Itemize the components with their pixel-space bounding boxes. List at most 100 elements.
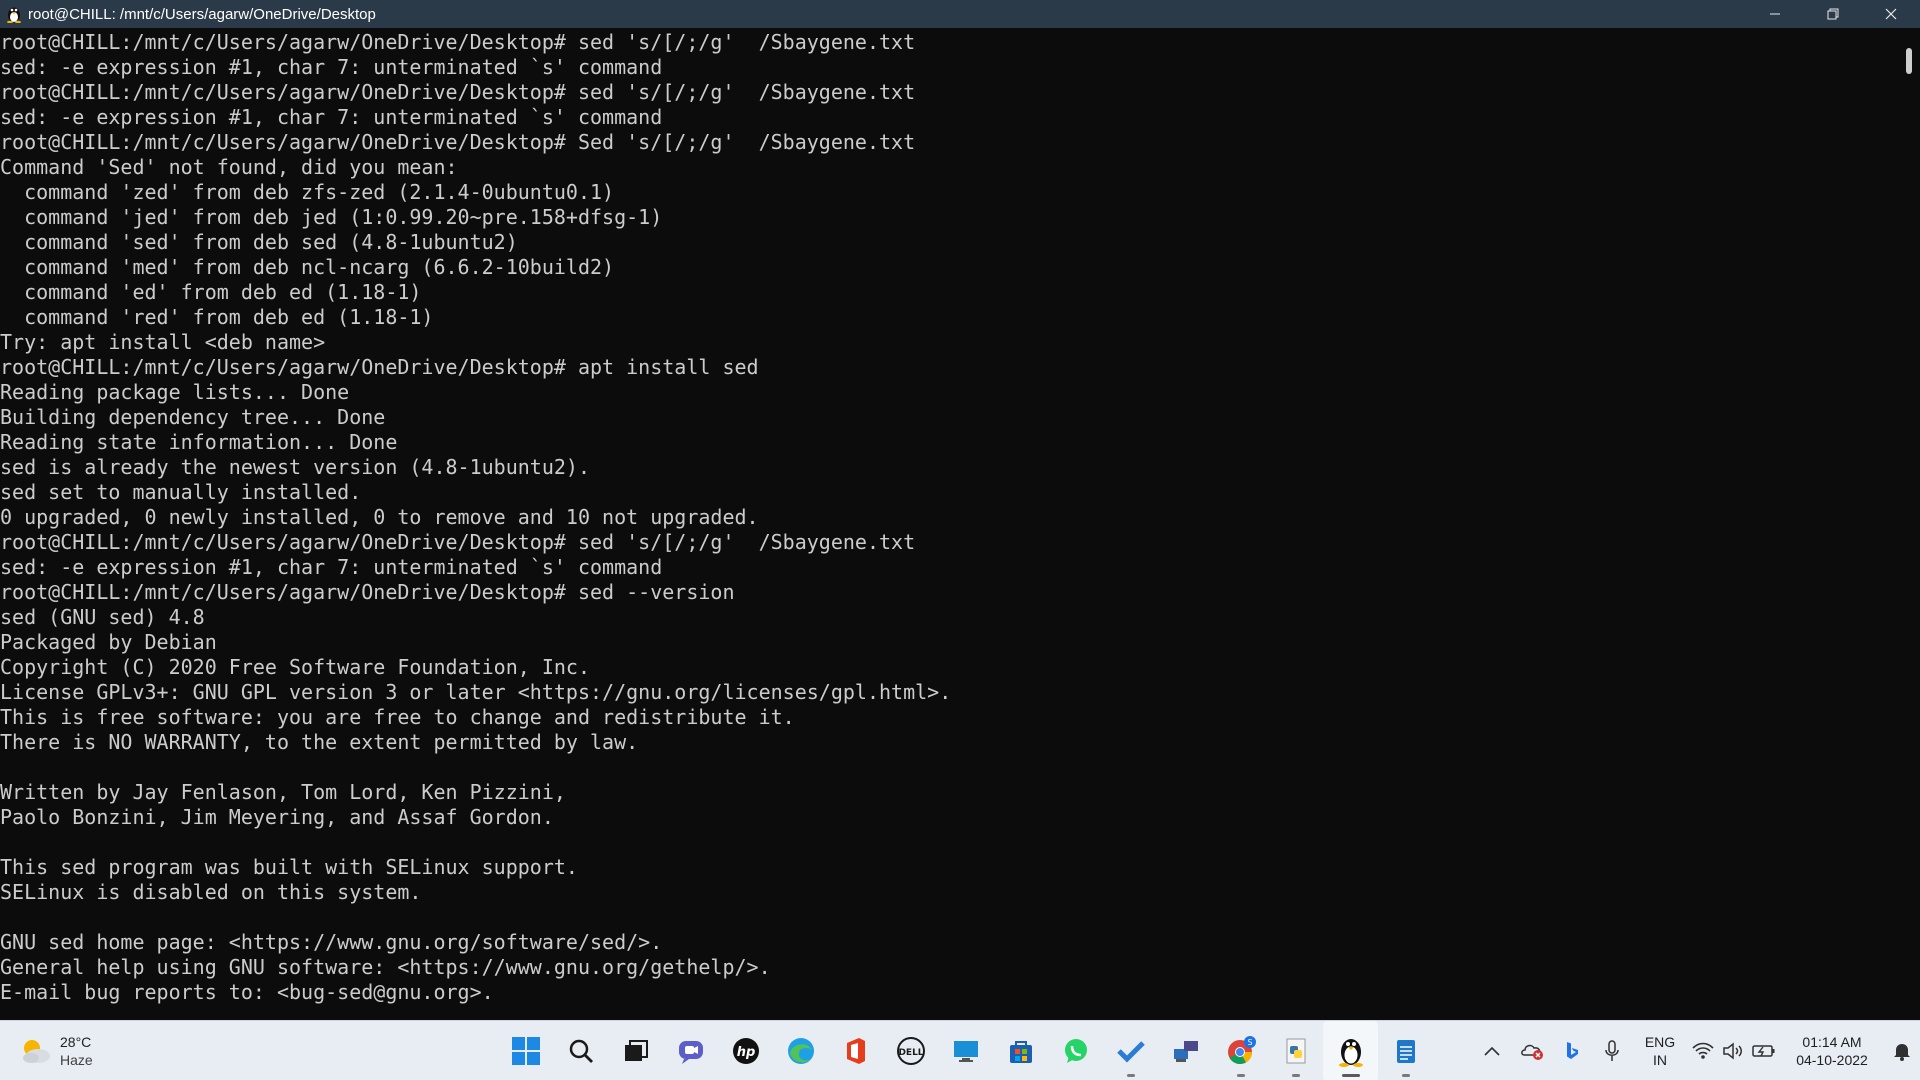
weather-haze-icon (18, 1034, 52, 1068)
close-icon (1885, 8, 1897, 20)
bing-button[interactable] (1552, 1021, 1592, 1080)
running-indicator (1126, 1074, 1135, 1077)
close-button[interactable] (1862, 0, 1920, 28)
svg-text:DELL: DELL (898, 1048, 923, 1058)
notifications-button[interactable] (1884, 1021, 1920, 1080)
speaker-icon (1723, 1042, 1742, 1060)
show-hidden-icons-button[interactable] (1472, 1021, 1512, 1080)
onedrive-status-button[interactable] (1512, 1021, 1552, 1080)
todo-check-icon (1116, 1041, 1145, 1063)
store-button[interactable] (993, 1021, 1048, 1080)
terminal-line: This sed program was built with SELinux … (0, 855, 578, 879)
terminal-line: Packaged by Debian (0, 630, 217, 654)
terminal-line: Reading package lists... Done (0, 380, 350, 404)
whatsapp-button[interactable] (1048, 1021, 1103, 1080)
restore-icon (1827, 8, 1839, 20)
tux-icon (0, 0, 28, 28)
terminal-line: E-mail bug reports to: <bug-sed@gnu.org>… (0, 980, 494, 1004)
chrome-button[interactable]: S (1213, 1021, 1268, 1080)
clock[interactable]: 01:14 AM 04-10-2022 (1780, 1033, 1884, 1069)
linux-terminal-button[interactable] (1323, 1021, 1378, 1080)
terminal-line: command 'sed' from deb sed (4.8-1ubuntu2… (0, 230, 518, 254)
battery-charging-icon (1752, 1045, 1775, 1057)
terminal-line: command 'ed' from deb ed (1.18-1) (0, 280, 422, 304)
terminal-output[interactable]: root@CHILL:/mnt/c/Users/agarw/OneDrive/D… (0, 30, 1898, 1030)
terminal-line: Reading state information... Done (0, 430, 398, 454)
terminal-line: SELinux is disabled on this system. (0, 880, 422, 904)
microphone-icon (1605, 1040, 1619, 1061)
weather-widget[interactable]: 28°C Haze (18, 1029, 148, 1073)
chrome-icon: S (1227, 1036, 1256, 1065)
running-indicator (1236, 1074, 1245, 1077)
weather-condition: Haze (60, 1052, 93, 1068)
network-manager-button[interactable] (1158, 1021, 1213, 1080)
start-button[interactable] (498, 1021, 553, 1080)
office-icon (846, 1038, 865, 1064)
onedrive-error-icon (1521, 1044, 1543, 1060)
python-idle-button[interactable] (1268, 1021, 1323, 1080)
terminal-line: Copyright (C) 2020 Free Software Foundat… (0, 655, 591, 679)
language-region: IN (1653, 1052, 1667, 1068)
wifi-button[interactable] (1688, 1021, 1718, 1080)
hp-button[interactable]: hp (718, 1021, 773, 1080)
scrollbar-thumb[interactable] (1906, 48, 1912, 74)
terminal-scrollbar[interactable] (1898, 28, 1920, 1030)
todo-button[interactable] (1103, 1021, 1158, 1080)
terminal-line: root@CHILL:/mnt/c/Users/agarw/OneDrive/D… (0, 130, 916, 154)
terminal-line: root@CHILL:/mnt/c/Users/agarw/OneDrive/D… (0, 580, 735, 604)
terminal-line: General help using GNU software: <https:… (0, 955, 771, 979)
terminal-line: sed: -e expression #1, char 7: untermina… (0, 555, 663, 579)
microphone-button[interactable] (1592, 1021, 1632, 1080)
volume-button[interactable] (1718, 1021, 1748, 1080)
whatsapp-icon (1064, 1039, 1087, 1063)
remote-desktop-button[interactable] (938, 1021, 993, 1080)
running-indicator (1291, 1074, 1300, 1077)
terminal-line: Building dependency tree... Done (0, 405, 386, 429)
task-view-button[interactable] (608, 1021, 663, 1080)
window-titlebar[interactable]: root@CHILL: /mnt/c/Users/agarw/OneDrive/… (0, 0, 1920, 28)
terminal-line: This is free software: you are free to c… (0, 705, 795, 729)
terminal-line: License GPLv3+: GNU GPL version 3 or lat… (0, 680, 952, 704)
notification-bell-icon (1894, 1044, 1910, 1061)
store-icon (1009, 1041, 1032, 1063)
remote-desktop-icon (953, 1041, 978, 1062)
terminal-line: sed: -e expression #1, char 7: untermina… (0, 105, 663, 129)
dell-button[interactable]: DELL (883, 1021, 938, 1080)
running-indicator (1401, 1074, 1410, 1077)
minimize-button[interactable] (1746, 0, 1804, 28)
search-button[interactable] (553, 1021, 608, 1080)
restore-button[interactable] (1804, 0, 1862, 28)
teams-chat-icon (678, 1041, 703, 1064)
office-button[interactable] (828, 1021, 883, 1080)
bing-icon (1567, 1042, 1578, 1059)
terminal-line: Command 'Sed' not found, did you mean: (0, 155, 458, 179)
network-manager-icon (1173, 1041, 1198, 1062)
linux-tux-icon (1338, 1039, 1363, 1067)
notepad-button[interactable] (1378, 1021, 1433, 1080)
system-tray: ENG IN 01:14 AM 04-10-2022 (1472, 1021, 1920, 1080)
notepad-icon (1396, 1040, 1415, 1063)
terminal-line: root@CHILL:/mnt/c/Users/agarw/OneDrive/D… (0, 80, 916, 104)
terminal-line: Paolo Bonzini, Jim Meyering, and Assaf G… (0, 805, 554, 829)
minimize-icon (1770, 13, 1780, 15)
terminal-line: command 'zed' from deb zfs-zed (2.1.4-0u… (0, 180, 615, 204)
terminal-line: command 'red' from deb ed (1.18-1) (0, 305, 434, 329)
taskbar-apps: hp DELL S (498, 1021, 1433, 1080)
search-icon (569, 1039, 593, 1063)
edge-button[interactable] (773, 1021, 828, 1080)
battery-button[interactable] (1748, 1021, 1780, 1080)
terminal-line: There is NO WARRANTY, to the extent perm… (0, 730, 639, 754)
language-indicator[interactable]: ENG IN (1632, 1033, 1688, 1069)
edge-icon (787, 1038, 814, 1064)
chrome-profile-badge: S (1247, 1038, 1252, 1047)
terminal-line: sed (GNU sed) 4.8 (0, 605, 205, 629)
clock-time: 01:14 AM (1802, 1034, 1862, 1050)
task-view-icon (624, 1040, 648, 1061)
terminal-line: 0 upgraded, 0 newly installed, 0 to remo… (0, 505, 759, 529)
teams-chat-button[interactable] (663, 1021, 718, 1080)
terminal-line: root@CHILL:/mnt/c/Users/agarw/OneDrive/D… (0, 30, 916, 54)
terminal-line: Written by Jay Fenlason, Tom Lord, Ken P… (0, 780, 566, 804)
